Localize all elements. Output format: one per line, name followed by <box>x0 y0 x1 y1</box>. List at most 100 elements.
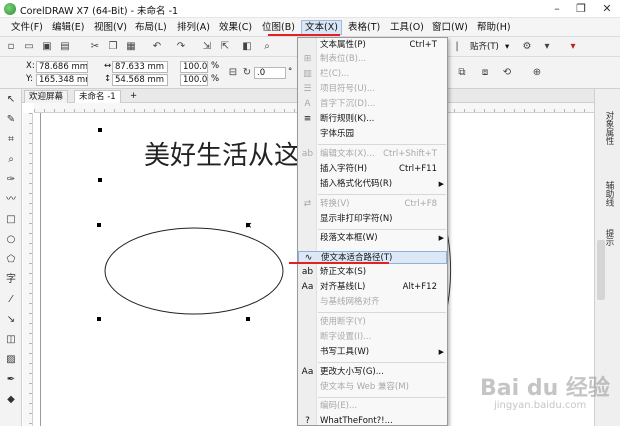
copy-icon[interactable]: ❐ <box>106 40 120 54</box>
artistic-media-icon[interactable]: 〰 <box>3 193 19 207</box>
menu-item-hyphenation-settings[interactable]: 断字设置(I)... <box>298 331 447 344</box>
save-icon[interactable]: ▣ <box>40 40 54 54</box>
scale-width-field[interactable]: 100.0 <box>180 61 208 73</box>
ellipse-tool-icon[interactable]: ○ <box>3 233 19 247</box>
menu-item-align-baseline[interactable]: Aa 对齐基线(L) Alt+F12 <box>298 281 447 294</box>
convert-to-curves-icon[interactable]: ⟲ <box>500 66 514 80</box>
export-icon[interactable]: ⇱ <box>218 40 232 54</box>
paste-icon[interactable]: ▦ <box>124 40 138 54</box>
docker-tab-object-properties[interactable]: 对象属性 <box>600 111 614 145</box>
redo-icon[interactable]: ↷ <box>174 40 188 54</box>
options-icon[interactable]: ⚙ <box>520 40 534 54</box>
menu-separator <box>318 362 446 363</box>
selection-handle[interactable] <box>246 317 250 321</box>
menu-item-text-properties[interactable]: 文本属性(P) Ctrl+T <box>298 39 447 52</box>
tab-welcome-screen[interactable]: 欢迎屏幕 <box>24 90 69 103</box>
height-field[interactable]: 54.568 mm <box>112 74 168 86</box>
menu-edit[interactable]: 编辑(E) <box>49 20 87 35</box>
shape-tool-icon[interactable]: ✎ <box>3 113 19 127</box>
menu-item-drop-cap[interactable]: A 首字下沉(D)... <box>298 98 447 111</box>
dimension-tool-icon[interactable]: ⁄ <box>3 293 19 307</box>
snap-to-button[interactable]: 贴齐(T) <box>470 41 499 53</box>
undo-icon[interactable]: ↶ <box>150 40 164 54</box>
menu-item-insert-character[interactable]: 插入字符(H) Ctrl+F11 <box>298 163 447 176</box>
tab-untitled-1[interactable]: 未命名 -1 <box>74 90 121 103</box>
connector-tool-icon[interactable]: ↘ <box>3 313 19 327</box>
cut-icon[interactable]: ✂ <box>88 40 102 54</box>
center-marker-icon: × <box>245 221 253 231</box>
scale-height-field[interactable]: 100.0 <box>180 74 208 86</box>
menu-item-insert-formatting-code[interactable]: 插入格式化代码(R) ▶ <box>298 178 447 191</box>
menu-item-bullets[interactable]: ☰ 项目符号(U)... <box>298 83 447 96</box>
add-tab-icon[interactable]: + <box>126 90 141 103</box>
y-position-field[interactable]: 165.348 mm <box>36 74 88 86</box>
menu-item-writing-tools[interactable]: 书写工具(W) ▶ <box>298 346 447 359</box>
menu-window[interactable]: 窗口(W) <box>429 20 471 35</box>
annotation-red-underline-menu <box>268 34 340 36</box>
transparency-tool-icon[interactable]: ▨ <box>3 353 19 367</box>
freehand-tool-icon[interactable]: ✑ <box>3 173 19 187</box>
welcome-screen-icon[interactable]: ▾ <box>566 40 580 54</box>
menu-item-convert[interactable]: ⇄ 转换(V) Ctrl+F8 <box>298 198 447 211</box>
chevron-down-icon[interactable]: ▾ <box>505 41 509 53</box>
menu-item-whatthefont[interactable]: ? WhatTheFont?!... <box>298 415 447 426</box>
menu-item-tabs[interactable]: ⊞ 制表位(B)... <box>298 53 447 66</box>
menu-item-font-playground[interactable]: 字体乐园 <box>298 128 447 141</box>
x-label: X: <box>26 61 35 71</box>
zoom-tool-icon[interactable]: ⌕ <box>3 153 19 167</box>
minimize-button[interactable]: – <box>548 2 566 16</box>
menu-file[interactable]: 文件(F) <box>8 20 46 35</box>
rotation-field[interactable]: .0 <box>254 67 286 79</box>
blend-tool-icon[interactable]: ◫ <box>3 333 19 347</box>
menu-layout[interactable]: 布局(L) <box>132 20 170 35</box>
menu-item-show-nonprinting[interactable]: 显示非打印字符(N) <box>298 213 447 226</box>
menu-tools[interactable]: 工具(O) <box>387 20 427 35</box>
menu-help[interactable]: 帮助(H) <box>474 20 514 35</box>
new-icon[interactable]: ▫ <box>4 40 18 54</box>
menu-item-align-baseline-grid[interactable]: 与基线网格对齐 <box>298 296 447 309</box>
menu-item-line-break-rules[interactable]: ≡ 断行规则(K)... <box>298 113 447 126</box>
text-tool-icon[interactable]: 字 <box>3 273 19 287</box>
vertical-ruler[interactable] <box>23 113 33 426</box>
application-launcher-icon[interactable]: ▾ <box>540 40 554 54</box>
open-icon[interactable]: ▭ <box>22 40 36 54</box>
interactive-fill-icon[interactable]: ◆ <box>3 393 19 407</box>
menu-item-edit-text[interactable]: ab 编辑文本(X)... Ctrl+Shift+T <box>298 148 447 161</box>
selection-handle[interactable] <box>97 317 101 321</box>
menu-item-use-hyphenation[interactable]: 使用断字(Y) <box>298 316 447 329</box>
menu-item-web-compatible[interactable]: 使文本与 Web 兼容(M) <box>298 381 447 394</box>
vertical-scrollbar[interactable] <box>597 240 605 300</box>
menu-view[interactable]: 视图(V) <box>91 20 130 35</box>
docker-tab-guidelines[interactable]: 辅助线 <box>600 181 614 207</box>
menu-item-columns[interactable]: ▥ 栏(C)... <box>298 68 447 81</box>
polygon-tool-icon[interactable]: ⬠ <box>3 253 19 267</box>
eyedropper-tool-icon[interactable]: ✒ <box>3 373 19 387</box>
crop-tool-icon[interactable]: ⌗ <box>3 133 19 147</box>
lock-ratio-icon[interactable]: ⊟ <box>226 66 240 80</box>
menu-item-paragraph-frames[interactable]: 段落文本框(W) ▶ <box>298 232 447 245</box>
width-field[interactable]: 87.633 mm <box>112 61 168 73</box>
to-back-icon[interactable]: ⧉ <box>455 66 469 80</box>
restore-button[interactable]: ❐ <box>572 2 590 16</box>
add-icon[interactable]: ⊕ <box>530 66 544 80</box>
x-position-field[interactable]: 78.686 mm <box>36 61 88 73</box>
zoom-icon[interactable]: ⌕ <box>260 40 274 54</box>
print-icon[interactable]: ▤ <box>58 40 72 54</box>
close-button[interactable]: ✕ <box>598 2 616 16</box>
pick-tool-icon[interactable]: ↖ <box>3 93 19 107</box>
menu-arrange[interactable]: 排列(A) <box>174 20 213 35</box>
menu-effects[interactable]: 效果(C) <box>216 20 255 35</box>
menu-item-straighten-text[interactable]: ab 矫正文本(S) <box>298 266 447 279</box>
menu-bitmaps[interactable]: 位图(B) <box>259 20 298 35</box>
to-front-icon[interactable]: ⧈ <box>478 66 492 80</box>
menu-text[interactable]: 文本(X) <box>301 20 342 35</box>
menu-table[interactable]: 表格(T) <box>345 20 383 35</box>
menu-item-change-case[interactable]: Aa 更改大小写(G)... <box>298 366 447 379</box>
app-launcher-icon[interactable]: ◧ <box>240 40 254 54</box>
annotation-red-underline-item <box>289 262 389 264</box>
text-menu-dropdown: 文本属性(P) Ctrl+T ⊞ 制表位(B)... ▥ 栏(C)... ☰ 项目符号(… <box>297 37 448 426</box>
selection-handle[interactable] <box>97 223 101 227</box>
menu-item-encode[interactable]: 编码(E)... <box>298 400 447 413</box>
import-icon[interactable]: ⇲ <box>200 40 214 54</box>
rectangle-tool-icon[interactable]: □ <box>3 213 19 227</box>
